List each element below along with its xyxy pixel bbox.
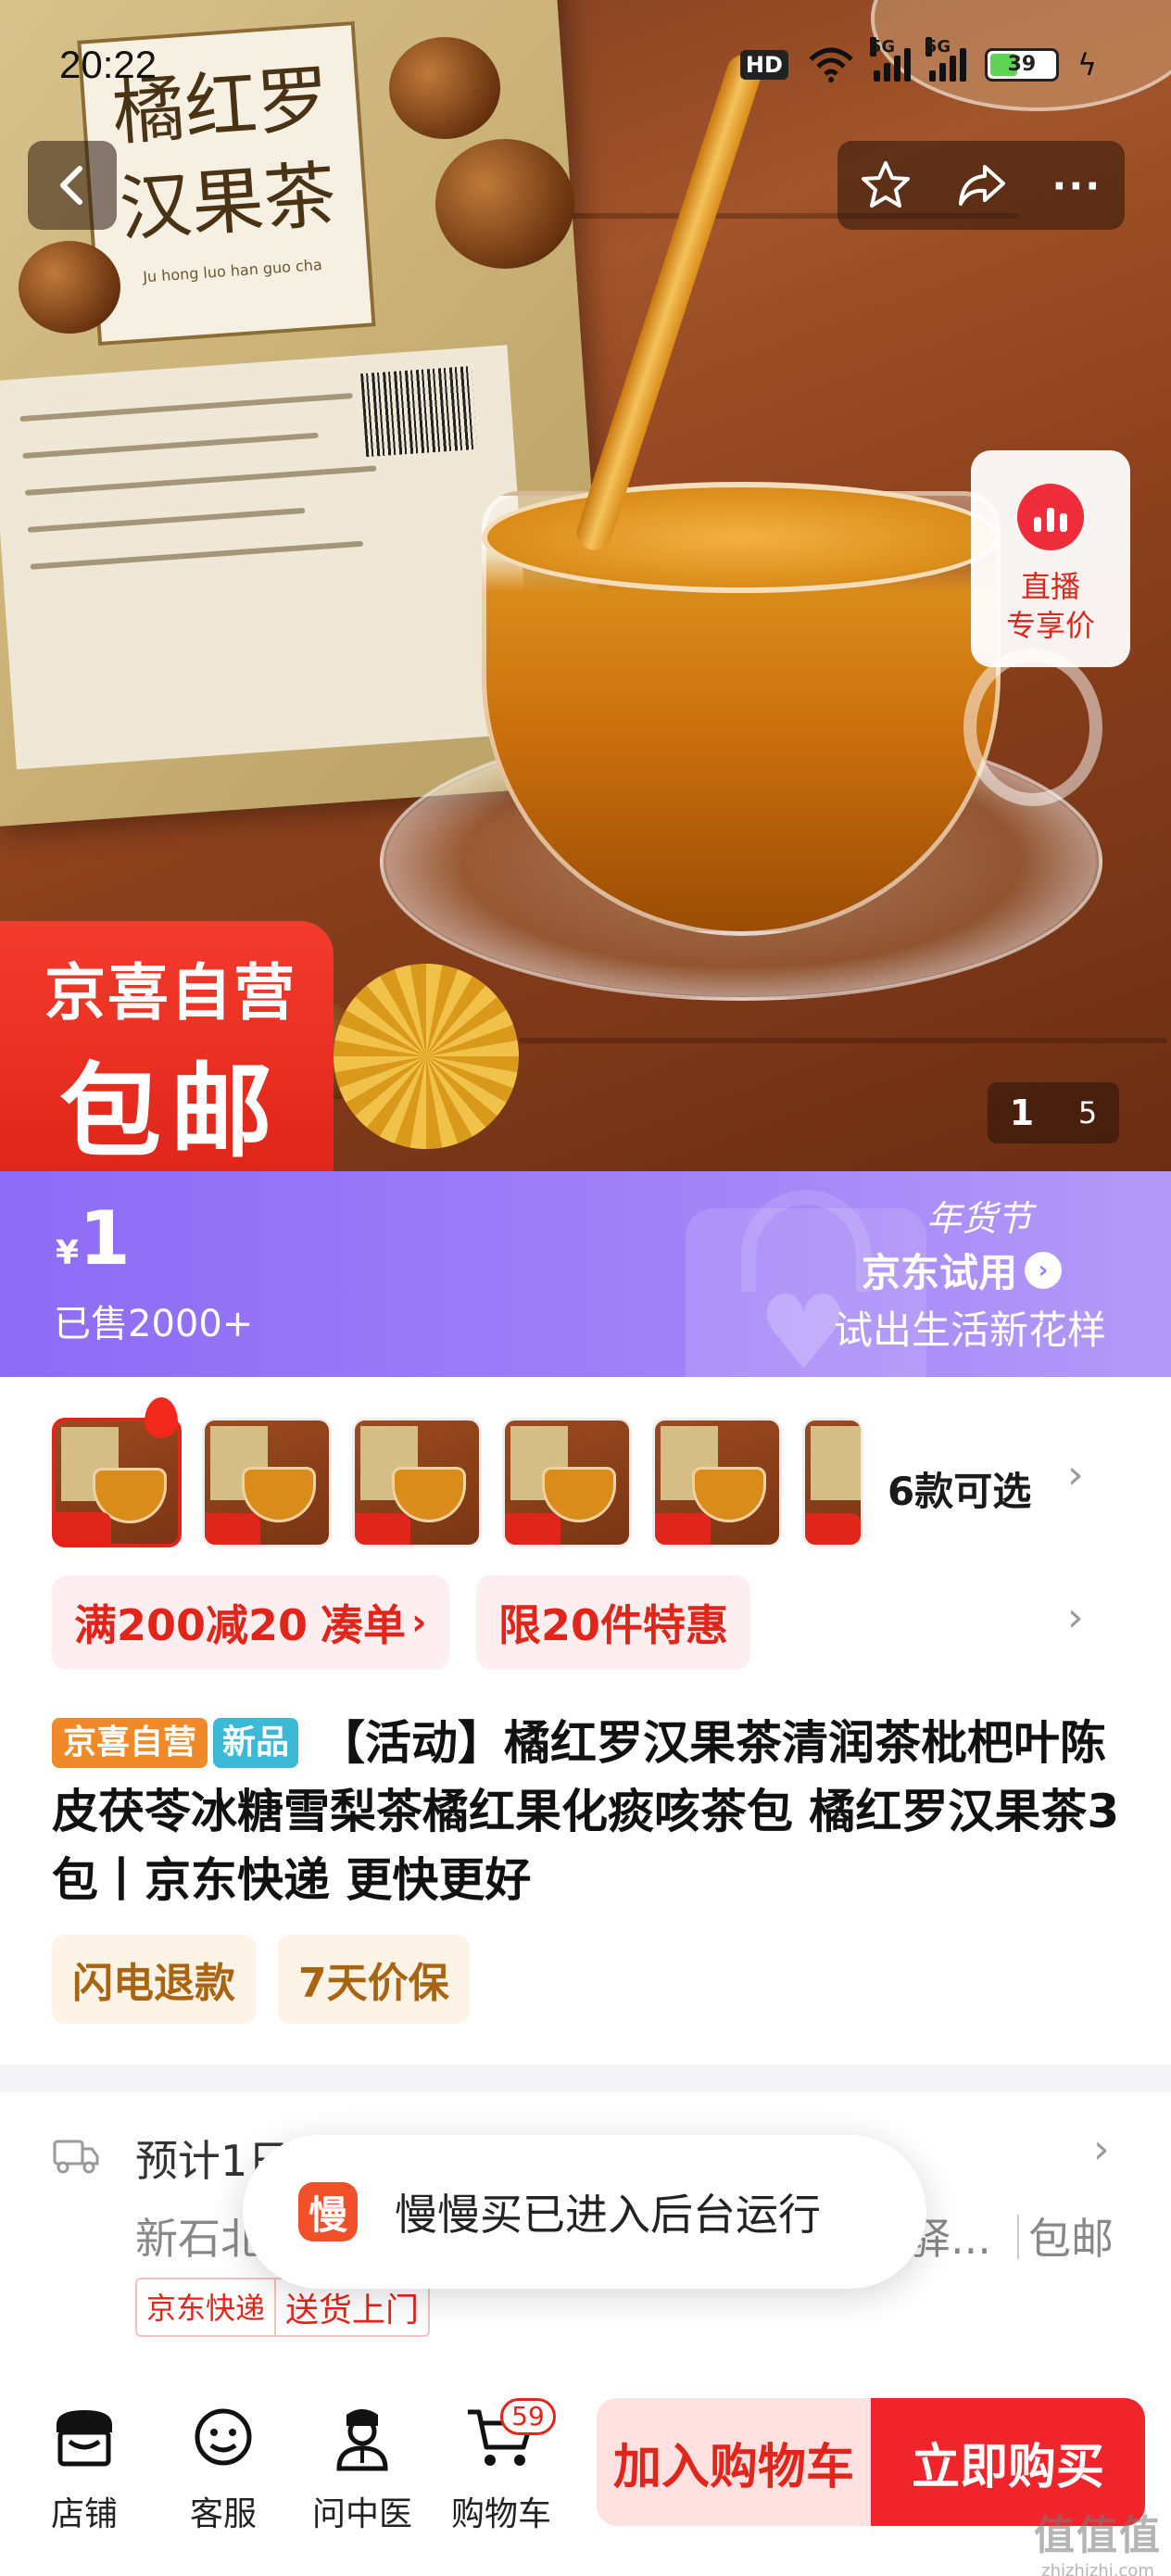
cart-count-badge: 59 <box>500 2398 556 2435</box>
price-banner: ¥1 已售2000+ ♥ 年货节 京东试用 › 试出生活新花样 <box>0 1171 1171 1377</box>
truck-icon <box>53 2140 99 2174</box>
background-toast: 慢 慢慢买已进入后台运行 <box>243 2135 926 2289</box>
nav-customer-service[interactable]: 客服 <box>163 2400 283 2535</box>
site-watermark: 值值值 zhizhizhi.com <box>1028 2502 1167 2576</box>
product-title: 京喜自营 新品 【活动】橘红罗汉果茶清润茶枇杷叶陈皮茯苓冰糖雪梨茶橘红果化痰咳茶包 … <box>52 1709 1127 1914</box>
variant-count[interactable]: 6款可选 <box>888 1460 1031 1517</box>
chevron-right-icon[interactable]: › <box>1067 1594 1084 1641</box>
trial-link[interactable]: 京东试用 › <box>862 1242 1063 1298</box>
promo-bundle-label: 凑单 <box>321 1600 407 1650</box>
variant-thumb[interactable] <box>202 1418 332 1547</box>
hd-icon: HD <box>739 50 788 80</box>
customer-service-icon <box>186 2400 260 2474</box>
doctor-icon <box>325 2400 399 2474</box>
price-value: 1 <box>79 1195 131 1282</box>
chevron-right-icon: › <box>1025 1251 1063 1289</box>
watermark-logo: 值值值 <box>1034 2512 1162 2559</box>
free-shipping: 包邮 <box>1028 2214 1114 2264</box>
divider <box>1017 2215 1019 2259</box>
status-icons: HD 5G 5G 39 ϟ <box>739 37 1097 83</box>
battery-level: 39 <box>1007 53 1037 76</box>
toast-message: 慢慢买已进入后台运行 <box>395 2190 821 2240</box>
nav-shop[interactable]: 店铺 <box>24 2400 145 2535</box>
festival-label: 年货节 <box>926 1198 1033 1239</box>
charging-icon: ϟ <box>1077 47 1097 82</box>
shop-icon <box>47 2400 121 2474</box>
variant-thumb[interactable] <box>502 1418 632 1547</box>
variant-thumb[interactable] <box>352 1418 482 1547</box>
chevron-right-icon: › <box>411 1601 427 1644</box>
total-images: 5 <box>1077 1095 1098 1130</box>
variant-thumb[interactable] <box>652 1418 782 1547</box>
chevron-right-icon[interactable]: › <box>1093 2126 1110 2173</box>
battery-icon: 39 <box>984 48 1059 82</box>
wood-grain <box>519 1038 1167 1043</box>
price: ¥1 <box>56 1195 131 1282</box>
promo-discount-tag[interactable]: 满200减20 凑单 › <box>52 1575 449 1670</box>
variant-thumb[interactable] <box>802 1418 863 1547</box>
status-bar: 20:22 HD 5G 5G 39 ϟ <box>0 0 1171 130</box>
service-tags: 闪电退款 7天价保 <box>52 1935 470 2024</box>
app-logo-icon: 慢 <box>298 2182 358 2241</box>
promo-limited-tag[interactable]: 限20件特惠 <box>476 1575 751 1670</box>
more-dots-icon: ··· <box>1051 162 1102 208</box>
network-type-label: 5G <box>925 37 951 57</box>
image-page-indicator: 1 5 <box>988 1082 1119 1143</box>
nav-customer-service-label: 客服 <box>189 2495 257 2533</box>
bottom-action-bar: 店铺 客服 问中医 购物车 59 加入购物车 立即购买 <box>0 2372 1171 2576</box>
new-product-tag: 新品 <box>213 1718 299 1768</box>
chevron-left-icon <box>60 166 82 205</box>
status-time: 20:22 <box>59 43 157 86</box>
live-price-badge[interactable]: 直播 专享价 <box>971 450 1130 667</box>
hot-flame-icon <box>145 1397 178 1438</box>
watermark-url: zhizhizhi.com <box>1041 2561 1154 2576</box>
variant-selector: 6款可选 › <box>0 1377 1171 1549</box>
self-operated-label: 京喜自营 <box>44 957 296 1029</box>
live-badge-label: 直播 专享价 <box>1005 569 1095 643</box>
sold-count: 已售2000+ <box>54 1303 254 1345</box>
promo-limited-label: 限20件特惠 <box>498 1600 729 1650</box>
share-button[interactable] <box>939 144 1023 227</box>
nav-shop-label: 店铺 <box>50 2495 118 2533</box>
chrysanthemum-graphic <box>334 964 519 1149</box>
self-operated-tag: 京喜自营 <box>52 1718 208 1768</box>
add-to-cart-button[interactable]: 加入购物车 <box>597 2398 871 2526</box>
live-icon <box>1017 484 1084 550</box>
favorite-button[interactable] <box>844 144 927 227</box>
tea-surface <box>482 482 1001 593</box>
trial-subtitle: 试出生活新花样 <box>834 1307 1107 1353</box>
barcode-graphic <box>360 366 478 458</box>
more-button[interactable]: ··· <box>1035 144 1118 227</box>
currency-symbol: ¥ <box>56 1234 80 1272</box>
luohan-fruit <box>19 241 120 334</box>
self-operated-badge: 京喜自营 包邮 <box>0 921 334 1171</box>
network-type-label: 5G <box>869 37 896 57</box>
share-icon <box>958 165 1005 206</box>
cup-handle <box>963 649 1102 806</box>
signal-icon: 5G <box>869 37 911 82</box>
luohan-fruit <box>435 139 574 269</box>
express-tag: 京东快递 <box>137 2279 277 2335</box>
service-tag-refund[interactable]: 闪电退款 <box>52 1935 256 2024</box>
promo-discount-label: 满200减20 <box>74 1600 308 1650</box>
signal-icon: 5G <box>925 37 966 82</box>
back-button[interactable] <box>28 141 117 230</box>
promo-row: 满200减20 凑单 › 限20件特惠 › <box>0 1575 1171 1677</box>
product-title-block: 京喜自营 新品 【活动】橘红罗汉果茶清润茶枇杷叶陈皮茯苓冰糖雪梨茶橘红果化痰咳茶包 … <box>52 1709 1127 1914</box>
nav-tcm-consult-label: 问中医 <box>311 2495 412 2533</box>
current-image-index: 1 <box>1009 1092 1035 1133</box>
top-action-group: ··· <box>837 141 1125 230</box>
star-icon <box>861 161 910 208</box>
chevron-right-icon[interactable]: › <box>1067 1451 1084 1498</box>
free-shipping-label: 包邮 <box>59 1053 282 1171</box>
service-tag-price-protect[interactable]: 7天价保 <box>278 1935 470 2024</box>
nav-cart-label: 购物车 <box>450 2495 551 2533</box>
wifi-icon <box>809 47 853 82</box>
section-divider <box>0 2065 1171 2092</box>
trial-title: 京东试用 <box>862 1250 1018 1295</box>
product-image-carousel[interactable]: 橘红罗 汉果茶 Ju hong luo han guo cha 20:22 HD <box>0 0 1171 1171</box>
product-title-text: 【活动】橘红罗汉果茶清润茶枇杷叶陈皮茯苓冰糖雪梨茶橘红果化痰咳茶包 橘红罗汉果茶… <box>52 1716 1120 1907</box>
nav-tcm-consult[interactable]: 问中医 <box>302 2400 422 2535</box>
